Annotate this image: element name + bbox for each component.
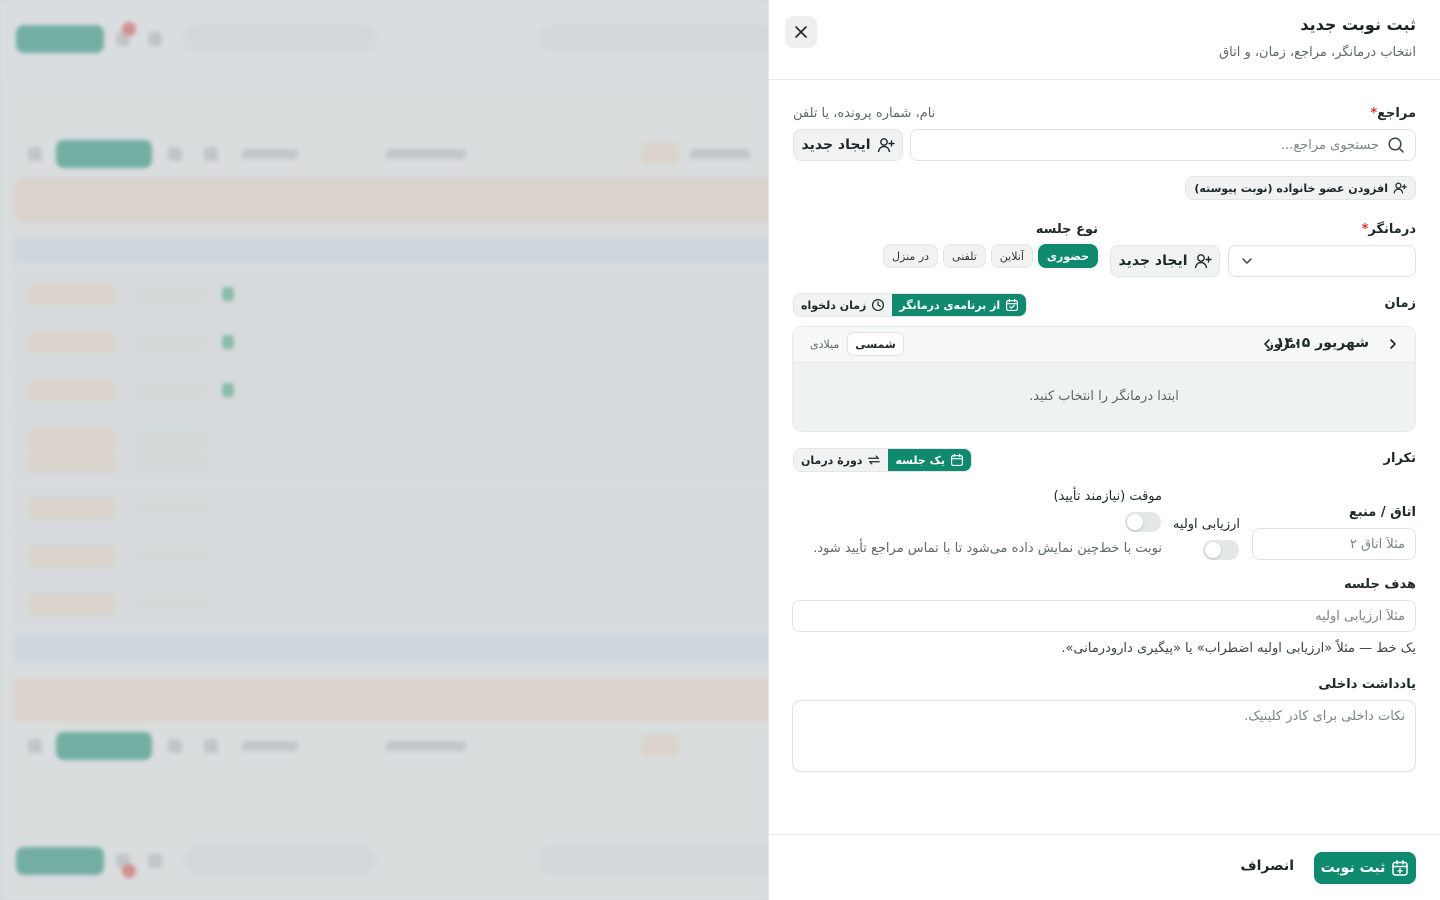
calendar-empty-message: ابتدا درمانگر را انتخاب کنید. bbox=[1029, 389, 1179, 404]
submit-appointment-label: ثبت نوبت bbox=[1320, 860, 1386, 876]
goal-input[interactable] bbox=[792, 600, 1416, 632]
repeat-course[interactable]: دورهٔ درمان bbox=[794, 449, 888, 471]
calendar-header: شهریور ۱۴۰۵ امروز شمسی میلادی bbox=[793, 327, 1415, 363]
session-type-phone[interactable]: تلفنی bbox=[943, 244, 986, 268]
session-type-label: نوع جلسه bbox=[1035, 222, 1098, 237]
time-mode-schedule-label: از برنامه‌ی درمانگر bbox=[899, 298, 1001, 312]
modal-backdrop[interactable] bbox=[0, 0, 770, 900]
create-client-button[interactable]: ایجاد جدید bbox=[793, 129, 903, 161]
drawer-header: ثبت نوبت جدید انتخاب درمانگر، مراجع، زما… bbox=[769, 0, 1440, 80]
tentative-switch[interactable] bbox=[1125, 512, 1161, 532]
calendar-icon bbox=[950, 453, 964, 467]
time-mode-custom-label: زمان دلخواه bbox=[801, 298, 867, 312]
create-therapist-label: ایجاد جدید bbox=[1118, 253, 1188, 269]
repeat-toggle: یک جلسه دورهٔ درمان bbox=[793, 448, 972, 472]
drawer-subtitle: انتخاب درمانگر، مراجع، زمان، و اتاق bbox=[1219, 45, 1416, 60]
therapist-select[interactable] bbox=[1228, 245, 1416, 277]
room-input[interactable] bbox=[1252, 528, 1416, 560]
time-label: زمان bbox=[1384, 296, 1416, 311]
calendar-shamsi-tab[interactable]: شمسی bbox=[848, 333, 903, 355]
calendar-today-button[interactable]: امروز bbox=[1267, 337, 1300, 351]
create-client-label: ایجاد جدید bbox=[801, 137, 871, 153]
time-mode-custom[interactable]: زمان دلخواه bbox=[794, 294, 892, 316]
initial-assessment-switch[interactable] bbox=[1203, 540, 1239, 560]
client-hint: نام، شماره پرونده، یا تلفن bbox=[793, 106, 936, 121]
calendar-check-icon bbox=[1005, 298, 1019, 312]
calendar-plus-icon bbox=[1391, 859, 1409, 877]
initial-assessment-label: ارزیابی اولیه bbox=[1172, 517, 1240, 532]
user-plus-icon bbox=[1393, 181, 1407, 195]
room-label: اتاق / منبع bbox=[1348, 505, 1416, 520]
calendar-type-toggle: شمسی میلادی bbox=[803, 333, 903, 355]
tentative-label: موقت (نیازمند تأیید) bbox=[1053, 489, 1162, 504]
add-family-member-button[interactable]: افزودن عضو خانواده (نوبت پیوسته) bbox=[1185, 176, 1416, 200]
submit-appointment-button[interactable]: ثبت نوبت bbox=[1314, 852, 1416, 884]
client-label: مراجع* bbox=[1370, 106, 1416, 121]
repeat-icon bbox=[867, 453, 881, 467]
session-type-online[interactable]: آنلاین bbox=[990, 244, 1033, 268]
chevron-right-icon[interactable] bbox=[1385, 336, 1401, 352]
repeat-label: تکرار bbox=[1383, 451, 1416, 466]
room-field[interactable] bbox=[1263, 536, 1405, 552]
goal-hint: یک خط — مثلاً «ارزیابی اولیه اضطراب» یا … bbox=[1061, 641, 1416, 656]
close-button[interactable] bbox=[785, 16, 817, 48]
time-mode-toggle: از برنامه‌ی درمانگر زمان دلخواه bbox=[793, 293, 1028, 317]
search-icon bbox=[1387, 136, 1405, 154]
repeat-single-label: یک جلسه bbox=[895, 453, 945, 467]
client-search-input[interactable] bbox=[910, 129, 1416, 161]
tentative-description: نوبت با خط‌چین نمایش داده می‌شود تا با ت… bbox=[813, 541, 1162, 556]
cancel-button[interactable]: انصراف bbox=[1240, 858, 1294, 874]
drawer-footer: ثبت نوبت انصراف bbox=[769, 834, 1440, 900]
user-plus-icon bbox=[877, 136, 895, 154]
new-appointment-drawer: ثبت نوبت جدید انتخاب درمانگر، مراجع، زما… bbox=[768, 0, 1440, 900]
session-type-home[interactable]: در منزل bbox=[883, 244, 939, 268]
clock-icon bbox=[871, 298, 885, 312]
chevron-down-icon bbox=[1239, 253, 1255, 269]
therapist-label: درمانگر* bbox=[1361, 222, 1416, 237]
client-search-field[interactable] bbox=[921, 137, 1379, 153]
create-therapist-button[interactable]: ایجاد جدید bbox=[1110, 245, 1220, 277]
goal-label: هدف جلسه bbox=[1344, 577, 1416, 592]
user-plus-icon bbox=[1194, 252, 1212, 270]
calendar-miladi-tab[interactable]: میلادی bbox=[803, 333, 846, 355]
calendar-panel: شهریور ۱۴۰۵ امروز شمسی میلادی ابتدا درما… bbox=[792, 326, 1416, 432]
session-type-in-person[interactable]: حضوری bbox=[1037, 244, 1098, 268]
note-label: یادداشت داخلی bbox=[1318, 677, 1416, 692]
drawer-title: ثبت نوبت جدید bbox=[1300, 15, 1416, 34]
repeat-single[interactable]: یک جلسه bbox=[888, 449, 971, 471]
session-type-options: حضوری آنلاین تلفنی در منزل bbox=[883, 244, 1098, 268]
close-icon bbox=[793, 24, 809, 40]
time-mode-schedule[interactable]: از برنامه‌ی درمانگر bbox=[892, 294, 1027, 316]
repeat-course-label: دورهٔ درمان bbox=[801, 453, 863, 467]
note-textarea[interactable]: نکات داخلی برای کادر کلینیک. bbox=[792, 700, 1416, 772]
add-family-member-label: افزودن عضو خانواده (نوبت پیوسته) bbox=[1194, 181, 1388, 195]
goal-field[interactable] bbox=[803, 608, 1405, 624]
